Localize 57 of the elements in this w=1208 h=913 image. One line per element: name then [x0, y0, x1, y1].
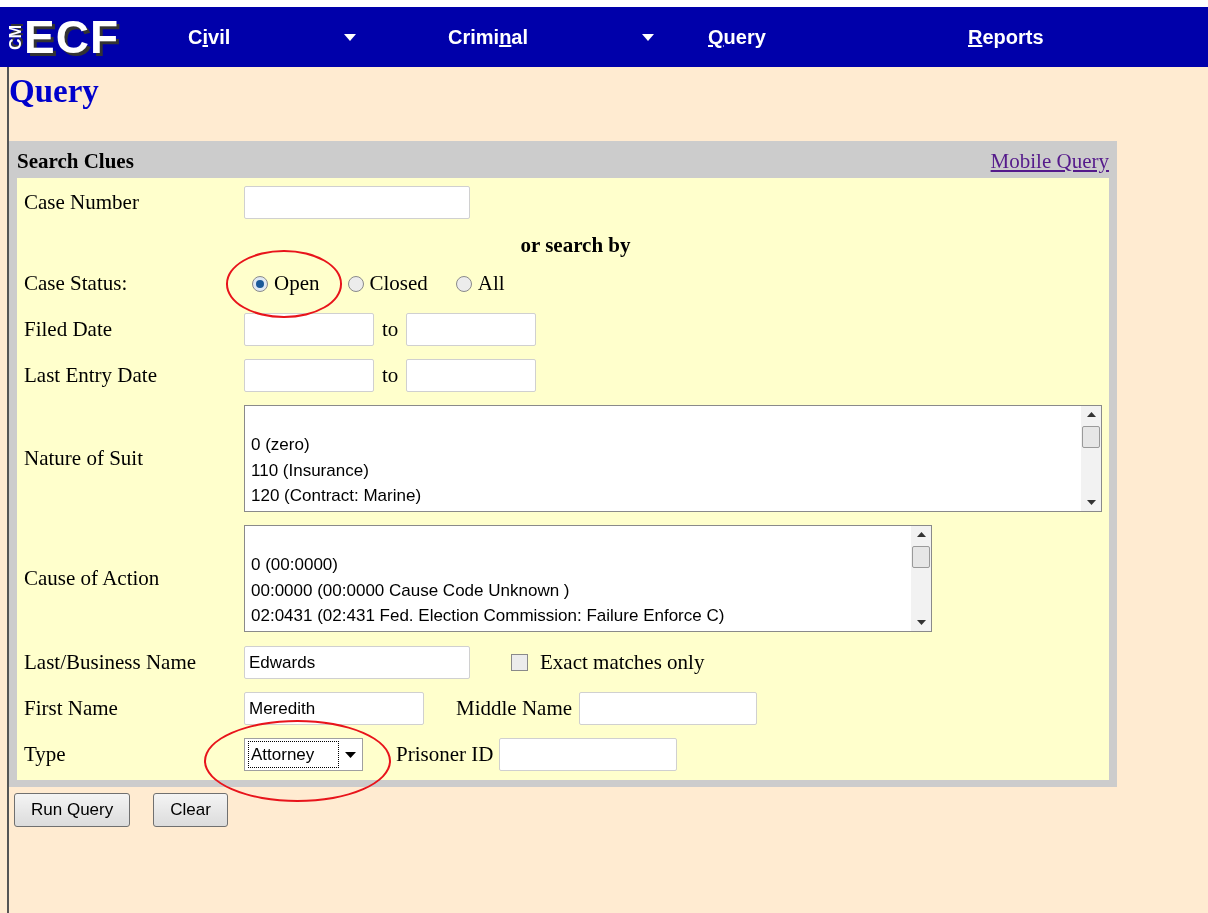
exact-match-checkbox[interactable]: Exact matches only: [511, 646, 705, 679]
form-button[interactable]: Clear: [153, 793, 228, 827]
scrollbar[interactable]: [911, 526, 931, 631]
date-field[interactable]: [244, 313, 374, 346]
nav-menu-item[interactable]: Civil: [188, 22, 231, 52]
field-label: Last/Business Name: [24, 648, 198, 676]
radio-option[interactable]: Open: [252, 268, 320, 300]
section-heading: or search by: [520, 232, 631, 257]
list-option[interactable]: 110 (Insurance): [251, 457, 1081, 483]
field-label: Prisoner ID: [396, 741, 494, 766]
scroll-up-icon[interactable]: [1086, 412, 1096, 417]
range-separator: to: [382, 315, 399, 343]
dropdown-arrow-icon[interactable]: [345, 751, 356, 758]
field-label: Cause of Action: [24, 564, 161, 592]
dropdown-caret-icon[interactable]: [642, 33, 655, 41]
range-separator: to: [382, 361, 399, 389]
date-field[interactable]: [406, 359, 537, 392]
list-box[interactable]: 0 (zero) 110 (Insurance) 120 (Contract: Marine): [244, 405, 1102, 512]
field-label: Filed Date: [24, 315, 114, 343]
list-box[interactable]: 0 (00:0000) 00:0000 (00:0000 Cause Code Unknown ) 02:0431 (02:431 Fed. Election Commission: Failure Enforce C): [244, 525, 932, 632]
radio-option[interactable]: All: [455, 268, 505, 300]
list-option[interactable]: 0 (zero): [251, 432, 1081, 458]
field-label: Case Status:: [24, 270, 129, 298]
field-label: Last Entry Date: [24, 361, 158, 389]
scroll-up-icon[interactable]: [916, 532, 926, 537]
nav-menu-item[interactable]: Reports: [968, 22, 1044, 52]
name-field[interactable]: Meredith: [244, 692, 424, 725]
cmecf-logo: CM ECF: [8, 14, 120, 60]
type-select[interactable]: Attorney: [244, 738, 363, 771]
date-field[interactable]: [244, 359, 374, 392]
field-label: Middle Name: [456, 695, 573, 720]
panel-title: Search Clues: [17, 147, 134, 175]
scroll-thumb[interactable]: [912, 546, 930, 568]
list-option[interactable]: 02:0431 (02:431 Fed. Election Commission: Failure Enforce C): [251, 603, 911, 629]
list-option[interactable]: 00:0000 (00:0000 Cause Code Unknown ): [251, 577, 911, 603]
list-option[interactable]: 120 (Contract: Marine): [251, 483, 1081, 509]
input-field[interactable]: [244, 186, 470, 219]
field-label: First Name: [24, 694, 119, 722]
field-label: Case Number: [24, 188, 140, 216]
field-label: Nature of Suit: [24, 444, 144, 472]
nav-menu-item[interactable]: Query: [708, 22, 766, 52]
name-field[interactable]: [579, 692, 758, 725]
scroll-down-icon[interactable]: [916, 620, 926, 625]
page-title: Query: [9, 75, 100, 108]
radio-option[interactable]: Closed: [347, 268, 428, 300]
nav-menu-item[interactable]: Criminal: [448, 22, 529, 52]
date-field[interactable]: [406, 313, 537, 346]
mobile-query-link[interactable]: Mobile Query: [990, 145, 1109, 178]
scrollbar[interactable]: [1081, 406, 1101, 511]
form-button[interactable]: Run Query: [14, 793, 131, 827]
name-field[interactable]: Edwards: [244, 646, 470, 679]
list-option[interactable]: 0 (00:0000): [251, 552, 911, 578]
prisoner-id-field[interactable]: [499, 738, 678, 771]
dropdown-caret-icon[interactable]: [344, 33, 357, 41]
field-label: Type: [24, 740, 67, 768]
scroll-down-icon[interactable]: [1086, 500, 1096, 505]
scroll-thumb[interactable]: [1082, 426, 1100, 448]
